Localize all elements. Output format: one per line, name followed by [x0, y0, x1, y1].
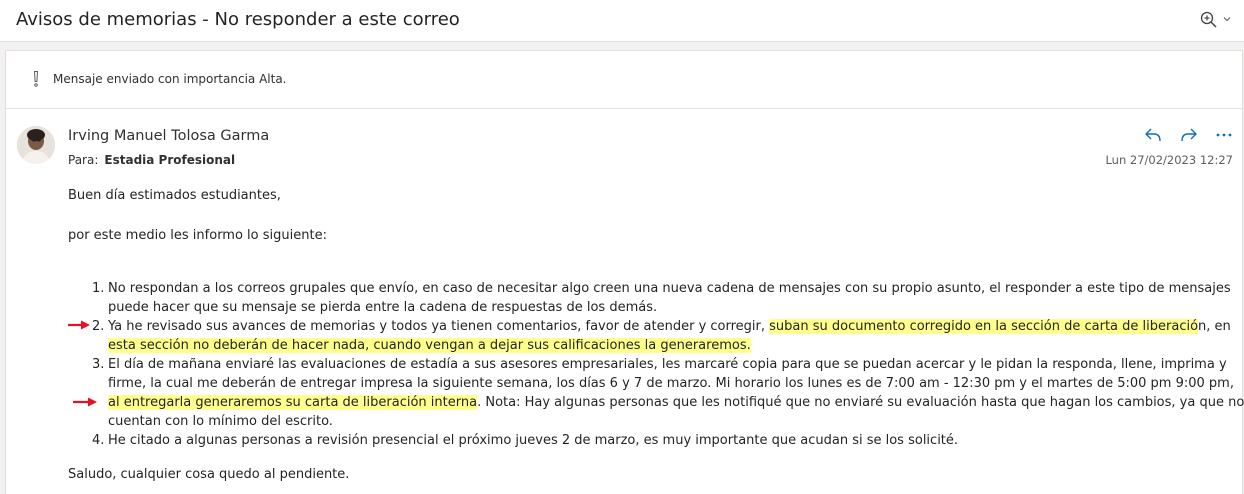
list-line: puede hacer que su mensaje se pierda ent…: [108, 300, 658, 315]
importance-text: Mensaje enviado con importancia Alta.: [53, 72, 287, 86]
highlighted-text: suban su documento corregido en la secci…: [769, 319, 1199, 334]
avatar[interactable]: [17, 126, 55, 164]
highlighted-text: esta sección no deberán de hacer nada, c…: [108, 338, 751, 353]
list-text: . Nota: Hay algunas personas que les not…: [477, 395, 1244, 410]
recipient[interactable]: Estadia Profesional: [104, 153, 235, 167]
sender-name[interactable]: Irving Manuel Tolosa Garma: [68, 128, 269, 144]
subject-title: Avisos de memorias - No responder a este…: [16, 9, 460, 30]
list-text: n, en: [1198, 319, 1231, 334]
list-line: No respondan a los correos grupales que …: [108, 281, 1231, 296]
list-number: 1.: [92, 281, 105, 296]
more-icon[interactable]: [1213, 124, 1235, 146]
highlighted-text: al entregarla generaremos su carta de li…: [108, 395, 478, 410]
list-number: 3.: [92, 357, 105, 372]
forward-icon[interactable]: [1178, 124, 1200, 146]
closing-text: Saludo, cualquier cosa quedo al pendient…: [68, 467, 350, 482]
list-line: El día de mañana enviaré las evaluacione…: [108, 357, 1227, 372]
list-line: cuentan con lo mínimo del escrito.: [108, 414, 333, 429]
list-text: Ya he revisado sus avances de memorias y…: [108, 319, 770, 334]
reply-icon[interactable]: [1142, 124, 1164, 146]
to-line: Para: Estadia Profesional: [68, 153, 235, 167]
importance-bar: Mensaje enviado con importancia Alta.: [6, 51, 1242, 109]
chevron-down-icon[interactable]: [1222, 14, 1232, 24]
exclamation-icon: [33, 71, 39, 87]
greeting: Buen día estimados estudiantes,: [68, 188, 281, 203]
subject-bar: Avisos de memorias - No responder a este…: [0, 0, 1244, 42]
list-line: He citado a algunas personas a revisión …: [108, 433, 959, 448]
message-date: Lun 27/02/2023 12:27: [1105, 153, 1233, 167]
to-label: Para:: [68, 153, 99, 167]
list-number: 4.: [92, 433, 105, 448]
message-card: Mensaje enviado con importancia Alta. Ir…: [5, 50, 1244, 494]
intro-text: por este medio les informo lo siguiente:: [68, 228, 327, 243]
list-number: 2.: [92, 319, 105, 334]
zoom-icon[interactable]: [1199, 10, 1219, 30]
red-arrow-icon: [68, 320, 90, 330]
red-arrow-icon: [73, 397, 97, 407]
list-line: firme, la cual me deberán de entregar im…: [108, 376, 1234, 391]
